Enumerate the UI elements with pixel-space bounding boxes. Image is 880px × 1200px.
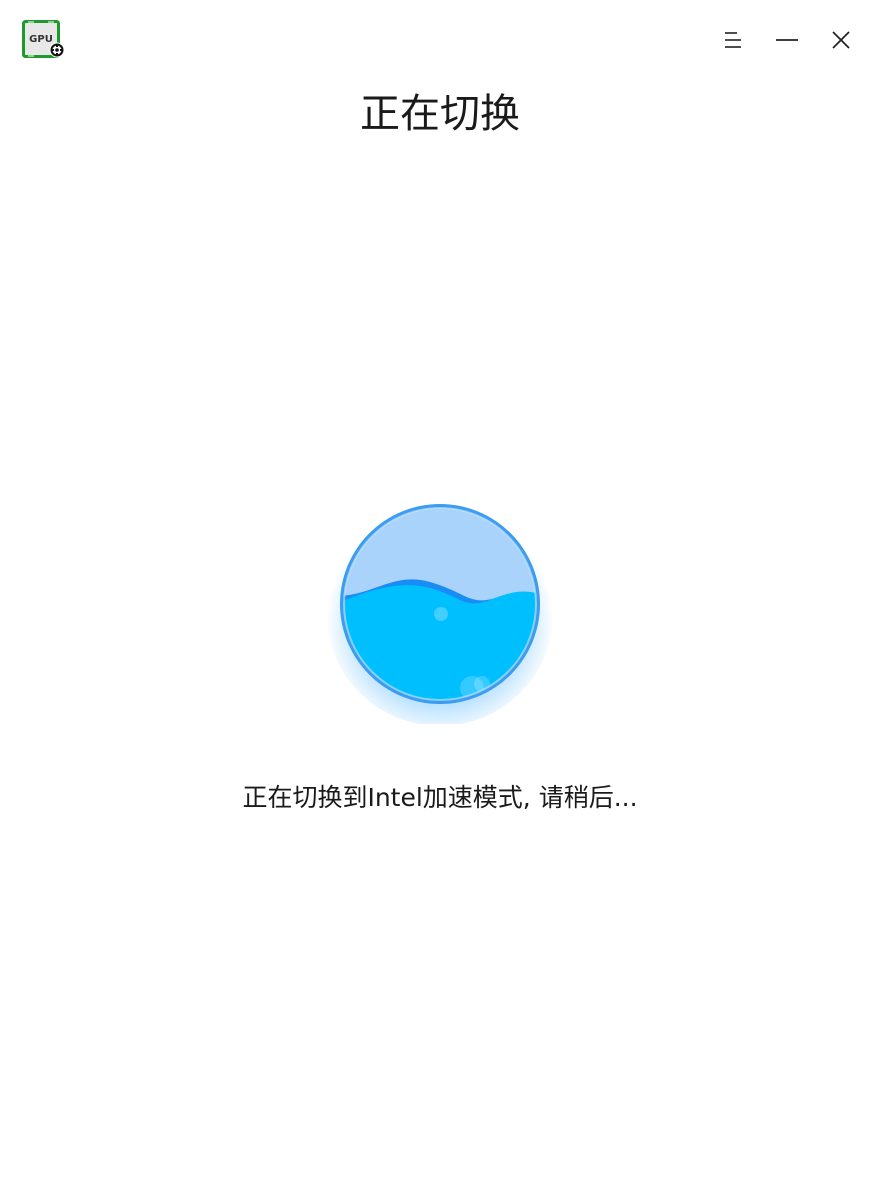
menu-button[interactable]	[713, 20, 753, 60]
page-title: 正在切换	[360, 91, 520, 137]
close-icon	[832, 31, 850, 49]
app-icon-label: GPU	[29, 34, 53, 45]
close-button[interactable]	[821, 20, 861, 60]
title-bar: GPU	[0, 0, 880, 80]
minimize-button[interactable]	[767, 20, 807, 60]
minimize-icon	[776, 39, 798, 41]
status-message: 正在切换到Intel加速模式, 请稍后...	[242, 783, 638, 812]
gpu-settings-icon: GPU	[22, 20, 66, 60]
water-progress-orb	[320, 484, 560, 726]
app-window: GPU 正在切换 正在切换到Intel加速模式, 请稍后...	[0, 0, 880, 1200]
menu-icon	[725, 32, 741, 48]
